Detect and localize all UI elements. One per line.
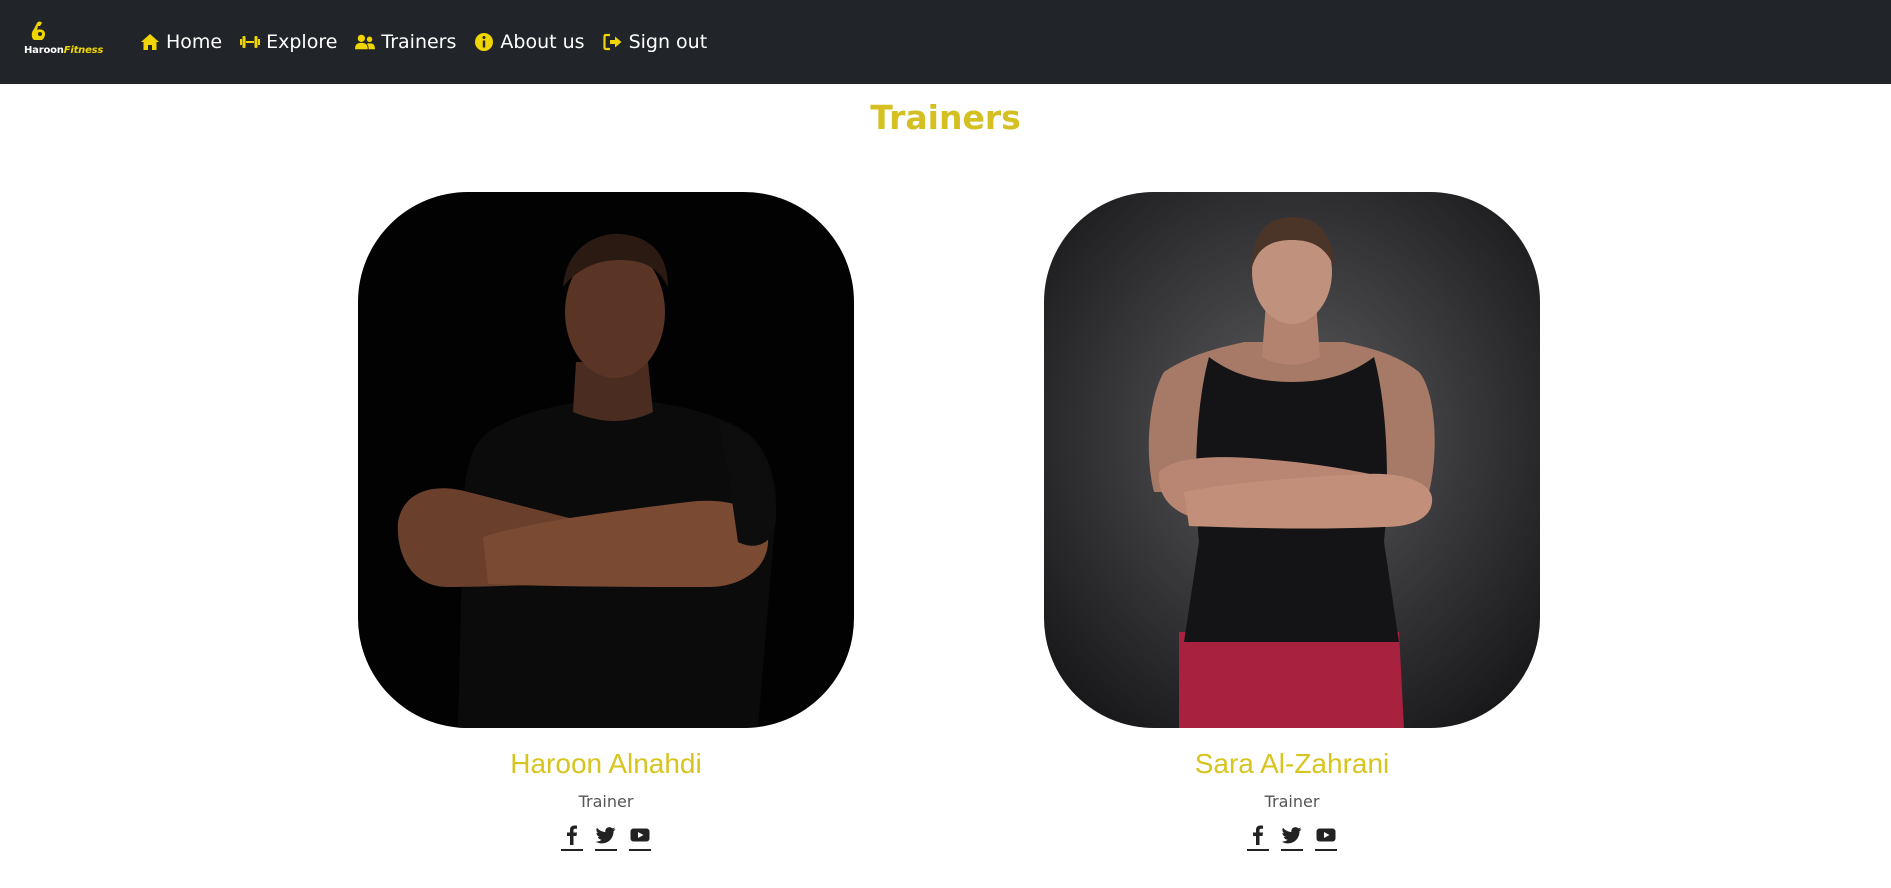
trainer-role: Trainer — [1264, 792, 1320, 811]
youtube-link[interactable] — [1315, 825, 1337, 851]
nav-about-label: About us — [500, 31, 585, 53]
nav-explore[interactable]: Explore — [240, 27, 337, 57]
trainer-photo-image — [1044, 192, 1540, 728]
navbar: HaroonFitness Home Explore Trainers Abou… — [0, 0, 1891, 84]
trainer-photo — [358, 192, 854, 728]
brand-logo-link[interactable]: HaroonFitness — [24, 20, 104, 60]
sign-out-icon — [602, 33, 622, 51]
twitter-link[interactable] — [595, 825, 617, 851]
trainer-socials — [358, 825, 854, 851]
twitter-icon — [596, 827, 616, 844]
trainer-role: Trainer — [578, 792, 634, 811]
nav-explore-label: Explore — [266, 31, 338, 53]
nav-trainers-label: Trainers — [381, 31, 457, 53]
nav-trainers[interactable]: Trainers — [355, 27, 456, 57]
facebook-link[interactable] — [1247, 825, 1269, 851]
trainer-photo-image — [358, 192, 854, 728]
nav-home-label: Home — [166, 31, 223, 53]
home-icon — [141, 34, 159, 50]
trainer-card: Sara Al-Zahrani Trainer — [1044, 192, 1540, 851]
users-icon — [355, 34, 376, 50]
page-title: Trainers — [870, 98, 1021, 137]
trainer-card: Haroon Alnahdi Trainer — [358, 192, 854, 851]
nav-signout[interactable]: Sign out — [602, 27, 708, 57]
nav-links: Home Explore Trainers About us Sign out — [140, 27, 707, 57]
nav-home[interactable]: Home — [140, 27, 222, 57]
youtube-link[interactable] — [629, 825, 651, 851]
twitter-link[interactable] — [1281, 825, 1303, 851]
facebook-link[interactable] — [561, 825, 583, 851]
youtube-icon — [1316, 828, 1336, 842]
trainer-name: Sara Al-Zahrani — [1194, 748, 1390, 779]
flexed-arm-icon — [31, 21, 46, 40]
youtube-icon — [630, 828, 650, 842]
dumbbell-icon — [240, 36, 261, 48]
trainer-socials — [1044, 825, 1540, 851]
trainer-photo — [1044, 192, 1540, 728]
info-circle-icon — [475, 33, 494, 51]
nav-signout-label: Sign out — [628, 31, 708, 53]
brand-name: HaroonFitness — [24, 45, 104, 56]
twitter-icon — [1282, 827, 1302, 844]
trainer-name: Haroon Alnahdi — [510, 748, 702, 779]
nav-about[interactable]: About us — [474, 27, 585, 57]
facebook-icon — [1253, 825, 1263, 845]
facebook-icon — [567, 825, 577, 845]
